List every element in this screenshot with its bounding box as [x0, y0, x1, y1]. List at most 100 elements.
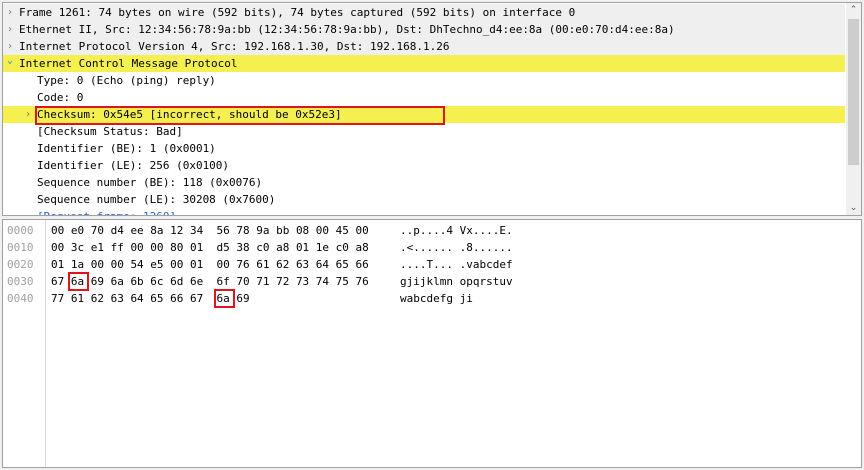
hex-byte[interactable]: 3c: [71, 239, 86, 256]
hex-byte[interactable]: 63: [111, 290, 126, 307]
hex-byte[interactable]: 66: [170, 290, 185, 307]
hex-byte[interactable]: 64: [316, 256, 331, 273]
hex-byte[interactable]: 6a: [111, 273, 126, 290]
hex-byte[interactable]: 77: [51, 290, 66, 307]
hex-byte[interactable]: 67: [190, 290, 205, 307]
hex-byte[interactable]: 00: [51, 222, 66, 239]
hex-byte[interactable]: 70: [236, 273, 251, 290]
tree-row[interactable]: [Checksum Status: Bad]: [3, 123, 845, 140]
tree-row[interactable]: › Internet Protocol Version 4, Src: 192.1…: [3, 38, 845, 55]
hex-byte[interactable]: d5: [217, 239, 232, 256]
hex-byte[interactable]: 00: [170, 256, 185, 273]
chevron-right-icon[interactable]: ›: [7, 4, 17, 21]
scroll-down-icon[interactable]: ⌄: [846, 203, 861, 213]
chevron-right-icon[interactable]: ›: [25, 106, 35, 123]
hex-byte[interactable]: 6f: [217, 273, 232, 290]
hex-byte[interactable]: 00: [356, 222, 371, 239]
hex-byte[interactable]: 38: [236, 239, 251, 256]
hex-byte[interactable]: 62: [276, 256, 291, 273]
hex-byte[interactable]: 73: [296, 273, 311, 290]
hex-byte[interactable]: 08: [296, 222, 311, 239]
hex-byte[interactable]: 78: [236, 222, 251, 239]
hex-byte[interactable]: 54: [130, 256, 145, 273]
tree-row-label: Sequence number (BE): 118 (0x0076): [37, 176, 263, 189]
hex-byte[interactable]: 34: [190, 222, 205, 239]
hex-byte[interactable]: 67: [51, 273, 66, 290]
ascii-dump[interactable]: ....T... .vabcdef: [400, 256, 513, 273]
scrollbar-thumb[interactable]: [848, 19, 859, 165]
hex-byte[interactable]: 56: [217, 222, 232, 239]
hex-byte[interactable]: 00: [51, 239, 66, 256]
hex-byte[interactable]: 61: [71, 290, 86, 307]
chevron-down-icon[interactable]: ⌄: [7, 52, 17, 69]
scroll-up-icon[interactable]: ⌃: [846, 5, 861, 15]
hex-byte[interactable]: 71: [256, 273, 271, 290]
hex-byte[interactable]: 69: [91, 273, 106, 290]
hex-byte[interactable]: d4: [111, 222, 126, 239]
tree-row[interactable]: Identifier (BE): 1 (0x0001): [3, 140, 845, 157]
hex-byte[interactable]: 80: [170, 239, 185, 256]
hex-byte[interactable]: 00: [217, 256, 232, 273]
tree-row[interactable]: Code: 0: [3, 89, 845, 106]
tree-row[interactable]: Identifier (LE): 256 (0x0100): [3, 157, 845, 174]
hex-byte[interactable]: 1e: [316, 239, 331, 256]
hex-byte[interactable]: e1: [91, 239, 106, 256]
hex-byte[interactable]: 6e: [190, 273, 205, 290]
hex-byte[interactable]: c0: [256, 239, 271, 256]
hex-byte[interactable]: 61: [256, 256, 271, 273]
tree-row[interactable]: Sequence number (LE): 30208 (0x7600): [3, 191, 845, 208]
tree-row[interactable]: Sequence number (BE): 118 (0x0076): [3, 174, 845, 191]
hex-byte[interactable]: 01: [51, 256, 66, 273]
hex-byte[interactable]: a8: [276, 239, 291, 256]
tree-row[interactable]: [Request frame: 1260]: [3, 208, 845, 215]
hex-byte[interactable]: 01: [190, 256, 205, 273]
hex-byte[interactable]: 00: [91, 256, 106, 273]
hex-byte[interactable]: 00: [150, 239, 165, 256]
hex-byte[interactable]: 00: [316, 222, 331, 239]
hex-byte[interactable]: 12: [170, 222, 185, 239]
hex-byte[interactable]: e5: [150, 256, 165, 273]
hex-byte[interactable]: 65: [150, 290, 165, 307]
hex-byte[interactable]: 62: [91, 290, 106, 307]
hex-byte[interactable]: 1a: [71, 256, 86, 273]
hex-byte[interactable]: 74: [316, 273, 331, 290]
ascii-dump[interactable]: wabcdefg ji: [400, 290, 473, 307]
hex-byte[interactable]: 64: [130, 290, 145, 307]
hex-byte[interactable]: 76: [236, 256, 251, 273]
hex-byte[interactable]: 70: [91, 222, 106, 239]
hex-byte[interactable]: 69: [236, 290, 251, 307]
hex-byte[interactable]: ee: [130, 222, 145, 239]
hex-byte[interactable]: 00: [130, 239, 145, 256]
hex-byte[interactable]: ff: [111, 239, 126, 256]
hex-byte[interactable]: 76: [356, 273, 371, 290]
ascii-dump[interactable]: ..p....4 Vx....E.: [400, 222, 513, 239]
hex-byte[interactable]: bb: [276, 222, 291, 239]
hex-byte[interactable]: a8: [356, 239, 371, 256]
hex-byte[interactable]: e0: [71, 222, 86, 239]
hex-byte[interactable]: c0: [336, 239, 351, 256]
tree-row[interactable]: ⌄ Internet Control Message Protocol: [3, 55, 845, 72]
tree-row[interactable]: › Frame 1261: 74 bytes on wire (592 bits)…: [3, 4, 845, 21]
highlighted-byte[interactable]: 6a: [213, 289, 235, 308]
hex-byte[interactable]: 66: [356, 256, 371, 273]
hex-byte[interactable]: 00: [111, 256, 126, 273]
hex-byte[interactable]: 65: [336, 256, 351, 273]
hex-byte[interactable]: 01: [296, 239, 311, 256]
tree-row[interactable]: › Ethernet II, Src: 12:34:56:78:9a:bb (12…: [3, 21, 845, 38]
hex-byte[interactable]: 9a: [256, 222, 271, 239]
highlighted-byte[interactable]: 6a: [67, 272, 89, 291]
hex-byte[interactable]: 75: [336, 273, 351, 290]
hex-byte[interactable]: 6d: [170, 273, 185, 290]
details-scrollbar[interactable]: ⌃ ⌄: [846, 3, 861, 215]
ascii-dump[interactable]: .<...... .8......: [400, 239, 513, 256]
hex-byte[interactable]: 6c: [150, 273, 165, 290]
hex-byte[interactable]: 6b: [130, 273, 145, 290]
hex-byte[interactable]: 45: [336, 222, 351, 239]
chevron-right-icon[interactable]: ›: [7, 21, 17, 38]
hex-byte[interactable]: 8a: [150, 222, 165, 239]
hex-byte[interactable]: 72: [276, 273, 291, 290]
ascii-dump[interactable]: gjijklmn opqrstuv: [400, 273, 513, 290]
hex-byte[interactable]: 01: [190, 239, 205, 256]
tree-row[interactable]: Type: 0 (Echo (ping) reply): [3, 72, 845, 89]
hex-byte[interactable]: 63: [296, 256, 311, 273]
